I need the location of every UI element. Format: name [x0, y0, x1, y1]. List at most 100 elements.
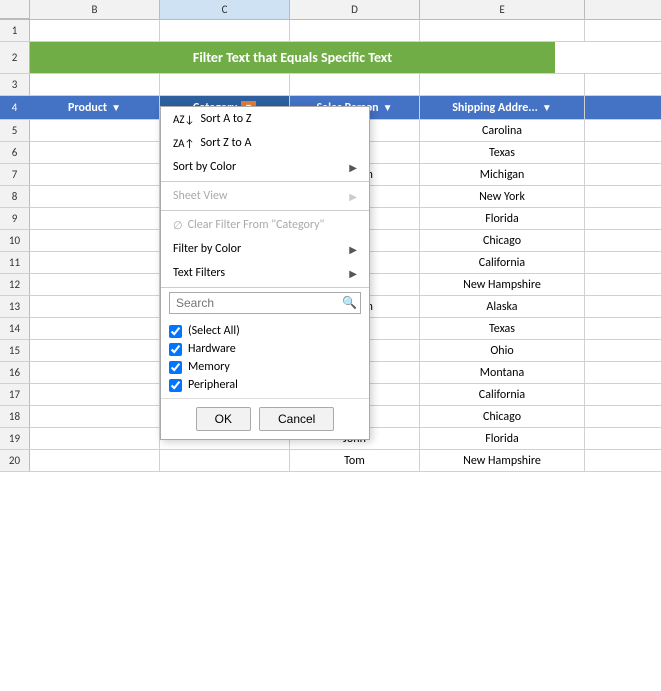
row-num: 10	[0, 230, 30, 251]
search-box: 🔍	[169, 292, 361, 314]
separator-2	[161, 210, 369, 211]
row-num: 17	[0, 384, 30, 405]
cell-address: Florida	[420, 428, 585, 449]
filter-color-label: Filter by Color	[173, 242, 241, 256]
cell-product	[30, 120, 160, 141]
col-header-d: D	[290, 0, 420, 19]
cell-product	[30, 164, 160, 185]
cell-product	[30, 296, 160, 317]
col-header-c: C	[160, 0, 290, 19]
cell-product	[30, 142, 160, 163]
checkbox-select-all[interactable]: (Select All)	[169, 322, 361, 340]
cell-address: New Hampshire	[420, 274, 585, 295]
cell-product	[30, 428, 160, 449]
cell-address: Michigan	[420, 164, 585, 185]
row-num: 5	[0, 120, 30, 141]
separator-1	[161, 181, 369, 182]
row-num: 14	[0, 318, 30, 339]
cell-product	[30, 252, 160, 273]
checkbox-list: (Select All) Hardware Memory Peripheral	[161, 318, 369, 398]
product-filter-icon[interactable]: ▼	[111, 101, 121, 114]
cell-product	[30, 230, 160, 251]
search-icon: 🔍	[342, 296, 357, 311]
cell-product	[30, 450, 160, 471]
clear-filter-item: ∅ Clear Filter From "Category"	[161, 213, 369, 237]
ok-button[interactable]: OK	[196, 407, 251, 431]
cell-address: California	[420, 252, 585, 273]
row-3: 3	[0, 74, 661, 96]
text-filters-label: Text Filters	[173, 266, 225, 280]
row-num: 19	[0, 428, 30, 449]
row-num: 6	[0, 142, 30, 163]
cell-address: New Hampshire	[420, 450, 585, 471]
cell-address: Texas	[420, 142, 585, 163]
cell-product	[30, 208, 160, 229]
cell-address: California	[420, 384, 585, 405]
cell-address: Chicago	[420, 230, 585, 251]
sort-color-arrow: ▶	[349, 161, 357, 174]
cell-product	[30, 384, 160, 405]
checkbox-memory[interactable]: Memory	[169, 358, 361, 376]
shipping-filter-icon[interactable]: ▼	[542, 101, 552, 114]
spreadsheet: B C D E 1 2 Filter Text that Equals Spec…	[0, 0, 661, 691]
sort-za-label: Sort Z to A	[200, 136, 251, 150]
row-num: 9	[0, 208, 30, 229]
sales-filter-icon[interactable]: ▼	[383, 101, 393, 114]
row-1: 1	[0, 20, 661, 42]
filter-color-arrow: ▶	[349, 243, 357, 256]
checkbox-hardware[interactable]: Hardware	[169, 340, 361, 358]
sort-color-label: Sort by Color	[173, 160, 236, 174]
cell-address: Texas	[420, 318, 585, 339]
filter-dropdown: AZ↓ Sort A to Z ZA↑ Sort Z to A Sort by …	[160, 106, 370, 440]
cell-product	[30, 274, 160, 295]
row-num: 12	[0, 274, 30, 295]
cell-address: Carolina	[420, 120, 585, 141]
sort-color-item[interactable]: Sort by Color ▶	[161, 155, 369, 179]
row-num-2: 2	[0, 42, 30, 73]
select-all-checkbox[interactable]	[169, 325, 182, 338]
peripheral-label: Peripheral	[188, 378, 238, 392]
clear-filter-icon: ∅	[173, 219, 183, 232]
cell-address: New York	[420, 186, 585, 207]
memory-checkbox[interactable]	[169, 361, 182, 374]
cell-address: Florida	[420, 208, 585, 229]
cell-address: Ohio	[420, 340, 585, 361]
search-input[interactable]	[169, 292, 361, 314]
cell-3d	[290, 74, 420, 95]
sort-az-icon: AZ↓	[173, 113, 194, 126]
text-filters-item[interactable]: Text Filters ▶	[161, 261, 369, 285]
table-row: 20 Tom New Hampshire	[0, 450, 661, 472]
cell-sales: Tom	[290, 450, 420, 471]
cell-3b	[30, 74, 160, 95]
cell-1e	[420, 20, 585, 41]
hardware-label: Hardware	[188, 342, 236, 356]
hardware-checkbox[interactable]	[169, 343, 182, 356]
cancel-button[interactable]: Cancel	[259, 407, 334, 431]
peripheral-checkbox[interactable]	[169, 379, 182, 392]
sheet-view-arrow: ▶	[349, 190, 357, 203]
separator-3	[161, 287, 369, 288]
checkbox-peripheral[interactable]: Peripheral	[169, 376, 361, 394]
row-num: 8	[0, 186, 30, 207]
row-num-4: 4	[0, 96, 30, 119]
sheet-view-label: Sheet View	[173, 189, 227, 203]
sort-za-icon: ZA↑	[173, 137, 194, 150]
corner-cell	[0, 0, 30, 19]
header-shipping: Shipping Addre... ▼	[420, 96, 585, 119]
col-header-e: E	[420, 0, 585, 19]
cell-3e	[420, 74, 585, 95]
filter-color-item[interactable]: Filter by Color ▶	[161, 237, 369, 261]
memory-label: Memory	[188, 360, 230, 374]
cell-address: Alaska	[420, 296, 585, 317]
row-num: 16	[0, 362, 30, 383]
header-product: Product ▼	[30, 96, 160, 119]
cell-1b	[30, 20, 160, 41]
sort-az-item[interactable]: AZ↓ Sort A to Z	[161, 107, 369, 131]
product-label: Product	[68, 101, 107, 115]
sort-za-item[interactable]: ZA↑ Sort Z to A	[161, 131, 369, 155]
cell-1c	[160, 20, 290, 41]
row-num-3: 3	[0, 74, 30, 95]
cell-product	[30, 340, 160, 361]
cell-product	[30, 362, 160, 383]
row-num-1: 1	[0, 20, 30, 41]
